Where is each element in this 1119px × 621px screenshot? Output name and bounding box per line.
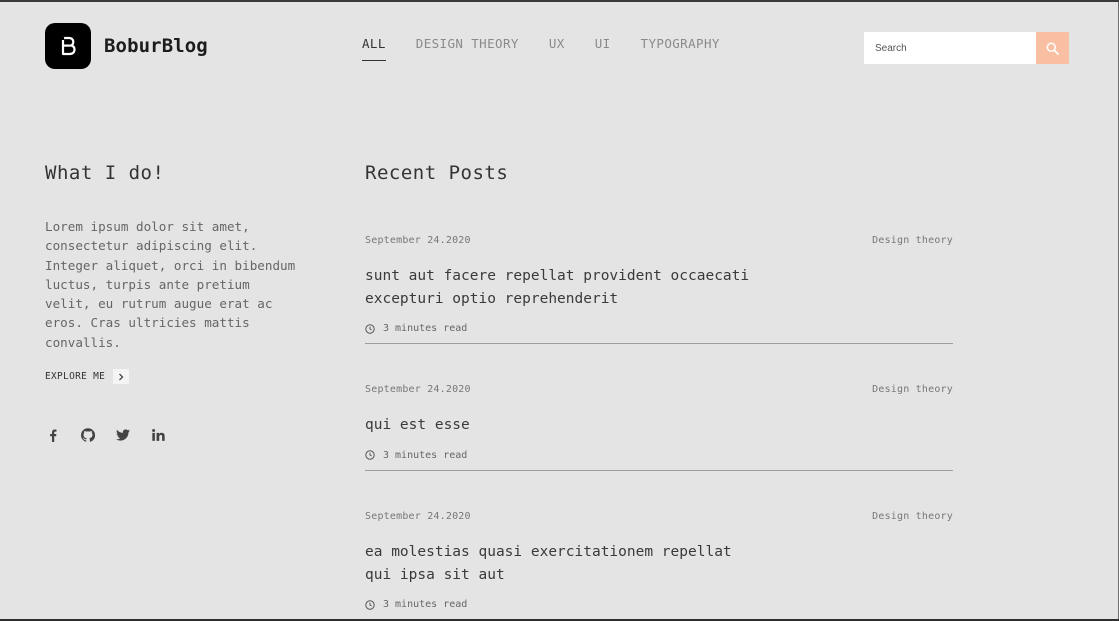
chevron-right-icon xyxy=(113,369,130,385)
search-icon xyxy=(1046,42,1059,55)
explore-button[interactable]: EXPLORE ME xyxy=(45,369,310,385)
post-divider xyxy=(365,469,953,471)
logo-mark-icon xyxy=(45,23,91,69)
nav-tab-ux[interactable]: UX xyxy=(549,36,565,61)
about-section: What I do! Lorem ipsum dolor sit amet, c… xyxy=(45,162,310,443)
brand-logo[interactable]: BoburBlog xyxy=(45,23,208,69)
category-nav: ALL DESIGN THEORY UX UI TYPOGRAPHY xyxy=(362,36,750,61)
nav-tab-typography[interactable]: TYPOGRAPHY xyxy=(641,36,720,61)
brand-name: BoburBlog xyxy=(104,35,208,57)
nav-tab-design-theory[interactable]: DESIGN THEORY xyxy=(416,36,519,61)
post-title[interactable]: ea molestias quasi exercitationem repell… xyxy=(365,541,953,586)
post-meta: September 24.2020 Design theory xyxy=(365,235,953,246)
search-input[interactable] xyxy=(864,32,1036,64)
nav-tab-ui[interactable]: UI xyxy=(595,36,611,61)
post-category[interactable]: Design theory xyxy=(872,384,953,395)
clock-icon xyxy=(365,599,375,610)
nav-tab-all[interactable]: ALL xyxy=(362,36,386,61)
read-time-label: 3 minutes read xyxy=(383,599,468,610)
post-read-time: 3 minutes read xyxy=(365,323,953,334)
post-date: September 24.2020 xyxy=(365,384,471,395)
post-card[interactable]: September 24.2020 Design theory qui est … xyxy=(365,384,953,471)
clock-icon xyxy=(365,323,375,334)
facebook-icon[interactable] xyxy=(45,427,61,443)
linkedin-icon[interactable] xyxy=(150,427,166,443)
post-card[interactable]: September 24.2020 Design theory sunt aut… xyxy=(365,235,953,344)
post-date: September 24.2020 xyxy=(365,511,471,522)
post-meta: September 24.2020 Design theory xyxy=(365,384,953,395)
about-title: What I do! xyxy=(45,162,165,184)
read-time-label: 3 minutes read xyxy=(383,449,468,461)
post-title[interactable]: sunt aut facere repellat provident occae… xyxy=(365,265,953,310)
github-icon[interactable] xyxy=(80,427,96,443)
read-time-label: 3 minutes read xyxy=(383,323,468,334)
post-meta: September 24.2020 Design theory xyxy=(365,511,953,522)
post-category[interactable]: Design theory xyxy=(872,235,953,246)
post-date: September 24.2020 xyxy=(365,235,471,246)
post-divider xyxy=(365,343,953,344)
about-description: Lorem ipsum dolor sit amet, consectetur … xyxy=(45,219,296,350)
search-button[interactable] xyxy=(1036,32,1069,64)
post-read-time: 3 minutes read xyxy=(365,599,953,610)
post-title[interactable]: qui est esse xyxy=(365,414,953,437)
recent-posts-title: Recent Posts xyxy=(365,162,509,184)
clock-icon xyxy=(365,450,375,460)
social-links xyxy=(45,427,310,443)
twitter-icon[interactable] xyxy=(115,427,131,443)
post-card[interactable]: September 24.2020 Design theory ea moles… xyxy=(365,511,953,610)
post-category[interactable]: Design theory xyxy=(872,511,953,522)
search-bar xyxy=(864,32,1069,64)
explore-label: EXPLORE ME xyxy=(45,371,106,383)
post-read-time: 3 minutes read xyxy=(365,450,953,461)
